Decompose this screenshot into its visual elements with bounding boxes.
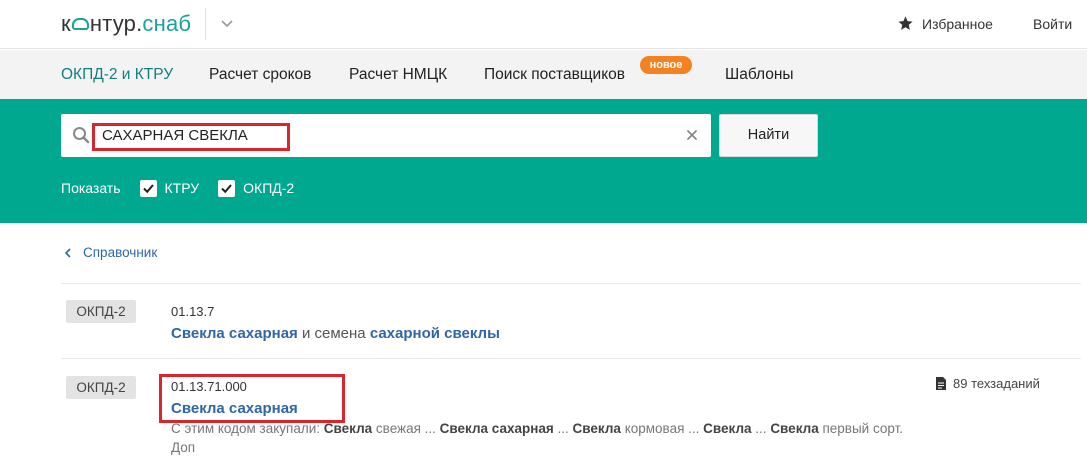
snippet-highlight: Свекла — [703, 421, 752, 436]
search-highlight-frame — [92, 123, 290, 151]
back-to-reference-link[interactable]: Справочник — [64, 245, 157, 260]
okpd2-label[interactable]: ОКПД-2 — [243, 180, 294, 196]
ktru-label[interactable]: КТРУ — [165, 180, 200, 196]
star-icon — [898, 16, 913, 30]
okpd2-checkbox[interactable] — [218, 179, 236, 197]
logo-text-product: снаб — [142, 11, 192, 36]
divider — [61, 358, 1081, 359]
chevron-left-icon — [64, 247, 71, 258]
nav-okpd-ktru[interactable]: ОКПД-2 и КТРУ — [61, 66, 173, 84]
divider — [61, 283, 1081, 284]
title-highlight: Свекла сахарная — [171, 325, 298, 342]
snippet-prefix: С этим кодом закупали: — [171, 421, 324, 436]
cloud-icon — [71, 18, 89, 30]
filter-row: Показать КТРУ ОКПД-2 — [61, 179, 294, 197]
snippet-text: кормовая ... — [620, 421, 704, 436]
result-type-tag: ОКПД-2 — [66, 376, 136, 399]
logo-text-middle: нтур. — [89, 11, 143, 36]
favorites-link[interactable]: Избранное — [897, 15, 993, 32]
search-panel: Найти Показать КТРУ ОКПД-2 — [0, 99, 1087, 223]
login-link[interactable]: Войти — [1033, 16, 1072, 32]
purchase-snippet: С этим кодом закупали: Свекла свежая ...… — [171, 421, 903, 436]
chevron-down-icon[interactable] — [218, 14, 236, 32]
find-button[interactable]: Найти — [719, 114, 818, 157]
show-label: Показать — [61, 180, 121, 196]
favorites-label: Избранное — [922, 15, 993, 32]
snippet-highlight: Свекла сахарная — [439, 421, 554, 436]
check-icon — [221, 183, 232, 193]
snippet-more-text: Доп — [171, 440, 196, 455]
title-text: и семена — [297, 325, 370, 342]
snippet-highlight: Свекла — [572, 421, 621, 436]
nav-supplier-search[interactable]: Поиск поставщиков — [484, 66, 625, 84]
nav-nmck[interactable]: Расчет НМЦК — [349, 66, 447, 84]
tech-tasks-link[interactable]: 89 техзаданий — [935, 376, 1040, 391]
back-link-label: Справочник — [83, 245, 158, 260]
document-icon — [936, 377, 946, 390]
result-type-tag: ОКПД-2 — [66, 300, 136, 323]
snippet-highlight: Свекла — [770, 421, 819, 436]
result-title-link[interactable]: Свекла сахарная и семена сахарной свеклы — [171, 325, 500, 342]
tech-tasks-count: 89 техзаданий — [953, 376, 1040, 391]
clear-icon[interactable] — [684, 127, 700, 143]
main-nav: ОКПД-2 и КТРУ Расчет сроков Расчет НМЦК … — [0, 50, 1087, 99]
result-highlight-frame — [159, 374, 345, 423]
nav-deadlines[interactable]: Расчет сроков — [209, 66, 311, 84]
snippet-text: ... — [553, 421, 573, 436]
snippet-highlight: Свекла — [323, 421, 373, 436]
check-icon — [142, 183, 154, 193]
search-icon — [73, 127, 90, 144]
snippet-text: свежая ... — [372, 421, 440, 436]
nav-templates[interactable]: Шаблоны — [725, 66, 794, 84]
logo[interactable]: к нтур.снаб — [61, 11, 191, 37]
top-bar: к нтур.снаб Избранное Войти — [0, 0, 1087, 49]
snippet-text: ... — [751, 421, 771, 436]
result-code: 01.13.7 — [171, 304, 215, 319]
ktru-checkbox[interactable] — [139, 179, 157, 197]
new-badge: новое — [640, 56, 692, 74]
logo-divider — [205, 8, 206, 40]
title-highlight: сахарной свеклы — [369, 325, 500, 342]
snippet-text: первый сорт. — [818, 421, 904, 436]
logo-text-start: к — [61, 11, 71, 36]
